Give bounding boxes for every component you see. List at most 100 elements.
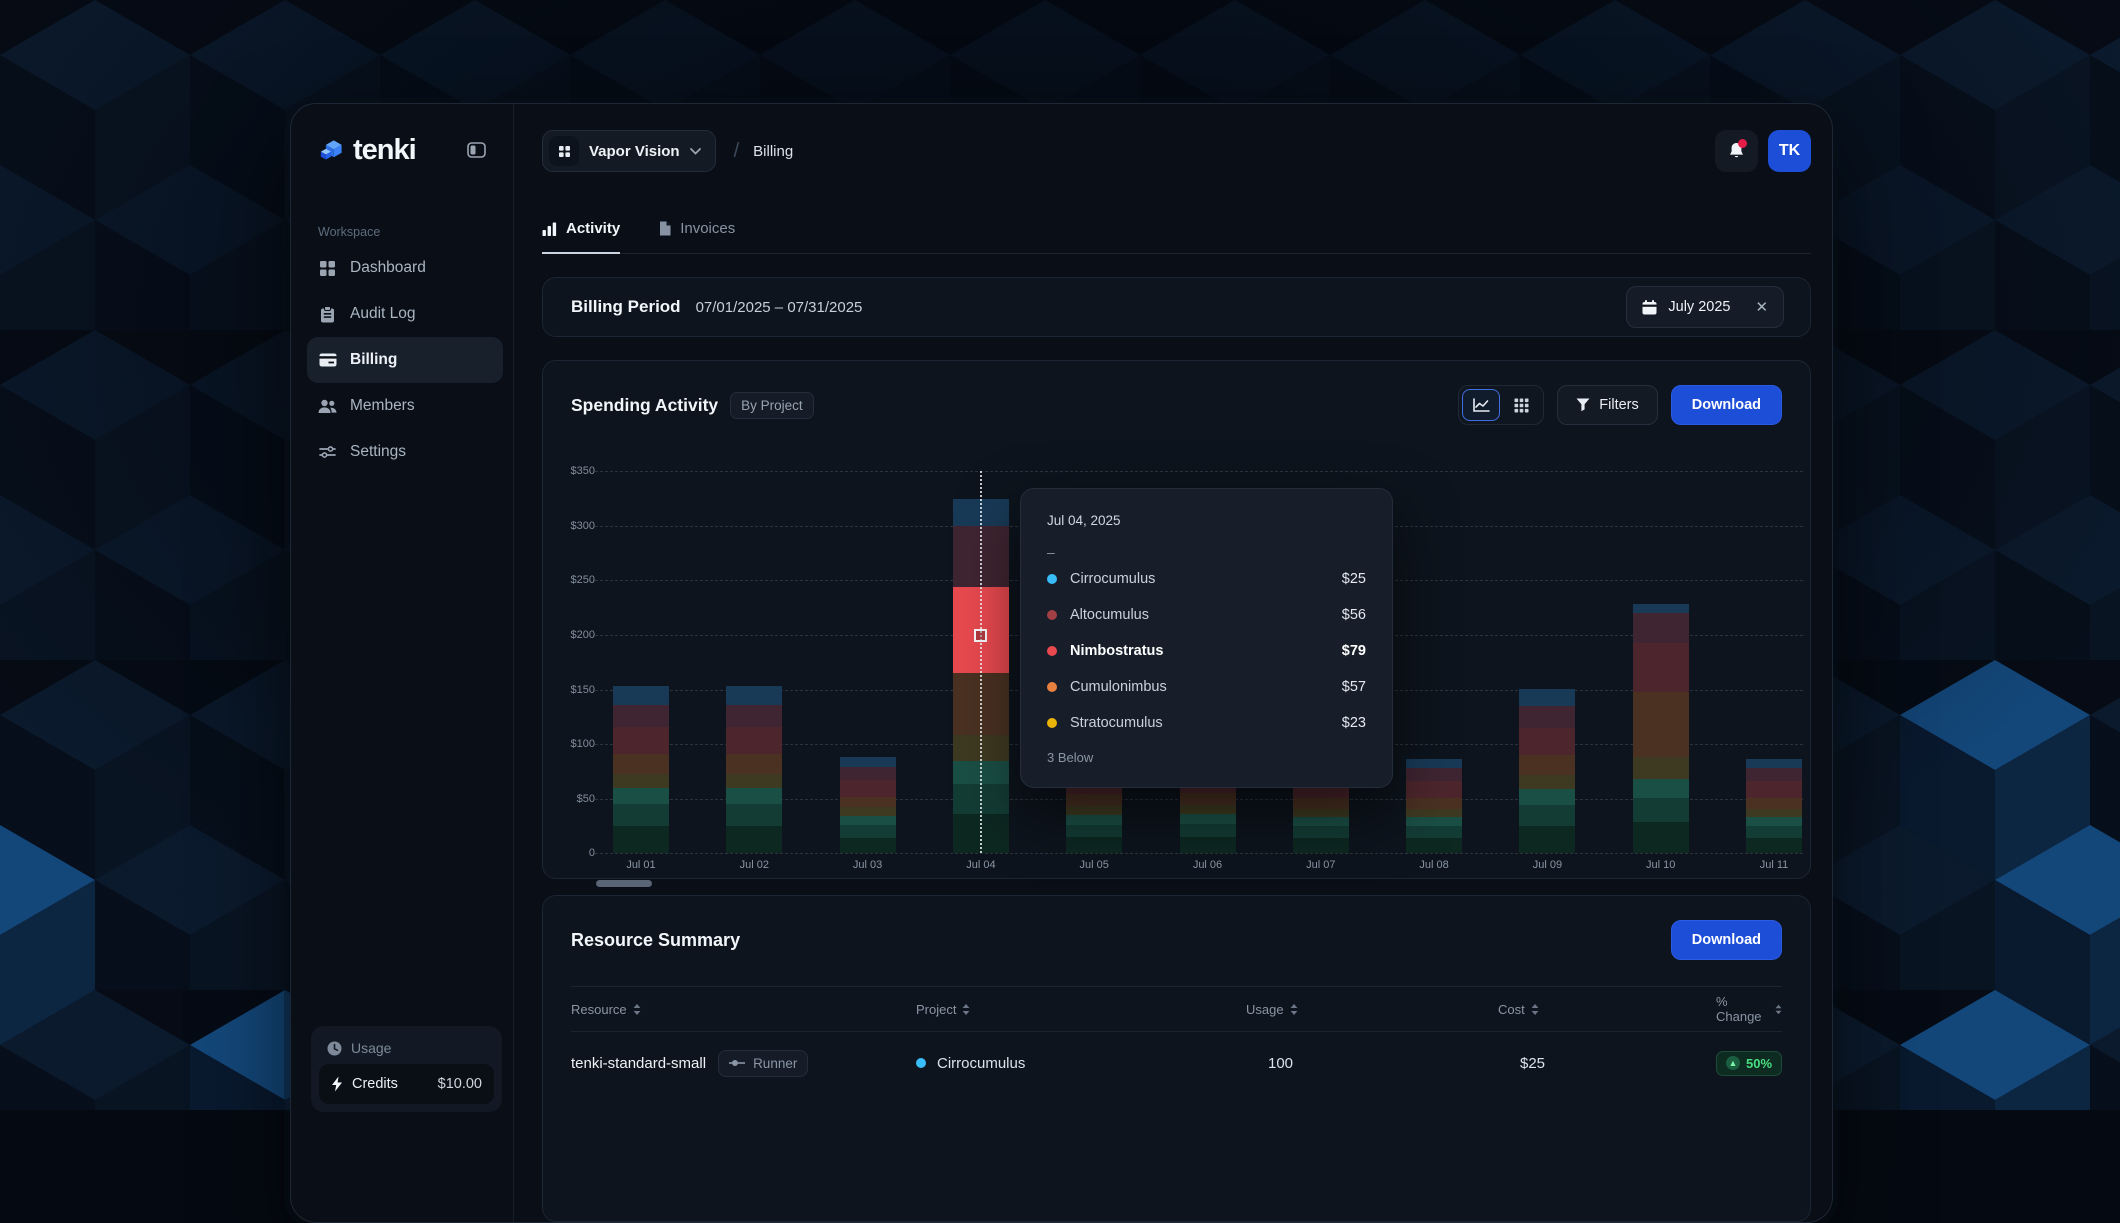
project-switcher[interactable]: Vapor Vision [542,130,716,172]
bar-segment-jul-11[interactable] [1746,817,1802,826]
bar-segment-altocumulus[interactable] [1519,706,1575,728]
bar-segment-jul-09[interactable] [1519,805,1575,826]
bar-segment-altocumulus[interactable] [840,767,896,780]
spending-download-button[interactable]: Download [1671,385,1782,425]
bar-segment-cumulonimbus[interactable] [1519,755,1575,775]
bar-segment-jul-09[interactable] [1519,789,1575,805]
bar-segment-nimbostratus[interactable] [1746,781,1802,797]
credits-row[interactable]: Credits $10.00 [319,1064,494,1104]
sidebar-collapse-button[interactable] [463,137,489,163]
bar-segment-jul-05[interactable] [1066,815,1122,825]
people-icon [318,399,337,414]
bar-segment-jul-01[interactable] [613,804,669,826]
bar-segment-stratocumulus[interactable] [1633,757,1689,779]
bar-segment-cirrocumulus[interactable] [1406,759,1462,768]
bar-segment-stratocumulus[interactable] [840,807,896,816]
tab-invoices[interactable]: Invoices [658,220,735,254]
bar-segment-cumulonimbus[interactable] [613,754,669,774]
column-header-usage[interactable]: Usage [1246,1002,1498,1017]
bar-segment-jul-01[interactable] [613,788,669,804]
bar-segment-stratocumulus[interactable] [1406,809,1462,818]
bar-segment-jul-02[interactable] [726,788,782,804]
bar-segment-cumulonimbus[interactable] [1746,798,1802,809]
bar-segment-jul-10[interactable] [1633,822,1689,853]
bar-segment-nimbostratus[interactable] [1406,781,1462,797]
bar-segment-jul-05[interactable] [1066,837,1122,853]
sidebar-item-dashboard[interactable]: Dashboard [291,245,503,291]
bar-segment-cirrocumulus[interactable] [1519,689,1575,706]
bar-segment-jul-03[interactable] [840,825,896,837]
bar-segment-cirrocumulus[interactable] [726,686,782,705]
bar-segment-cumulonimbus[interactable] [1066,794,1122,806]
notifications-button[interactable] [1715,130,1758,172]
bar-segment-jul-08[interactable] [1406,826,1462,838]
bar-segment-jul-03[interactable] [840,838,896,854]
resource-download-button[interactable]: Download [1671,920,1782,960]
line-chart-view-button[interactable] [1462,389,1500,421]
bar-segment-cumulonimbus[interactable] [1180,793,1236,805]
bar-segment-stratocumulus[interactable] [1746,809,1802,818]
bar-segment-altocumulus[interactable] [1633,613,1689,642]
sidebar-item-audit-log[interactable]: Audit Log [291,291,503,337]
bar-segment-nimbostratus[interactable] [840,780,896,796]
bar-segment-altocumulus[interactable] [726,705,782,727]
column-header-cost[interactable]: Cost [1498,1002,1716,1017]
column-header-project[interactable]: Project [916,1002,1246,1017]
chart-horizontal-scrollbar[interactable] [596,880,652,887]
bar-segment-nimbostratus[interactable] [726,727,782,754]
bar-segment-jul-02[interactable] [726,826,782,854]
month-filter-chip[interactable]: July 2025 ✕ [1626,286,1784,328]
bar-segment-cumulonimbus[interactable] [1293,798,1349,809]
bar-segment-nimbostratus[interactable] [1633,643,1689,692]
bar-segment-cirrocumulus[interactable] [1633,604,1689,613]
bar-segment-stratocumulus[interactable] [1519,775,1575,789]
bar-segment-jul-11[interactable] [1746,838,1802,853]
bar-segment-jul-08[interactable] [1406,838,1462,853]
bar-segment-jul-10[interactable] [1633,779,1689,798]
bar-segment-stratocumulus[interactable] [1066,806,1122,815]
column-header-resource[interactable]: Resource [571,1002,916,1017]
tab-activity[interactable]: Activity [542,220,620,254]
bar-segment-altocumulus[interactable] [613,705,669,727]
filters-button[interactable]: Filters [1557,385,1657,425]
bar-segment-stratocumulus[interactable] [1180,805,1236,814]
sidebar-item-settings[interactable]: Settings [291,429,503,475]
bar-segment-cirrocumulus[interactable] [840,757,896,767]
bar-segment-jul-11[interactable] [1746,826,1802,838]
column-header-change[interactable]: % Change [1716,994,1782,1024]
bar-segment-stratocumulus[interactable] [1293,809,1349,818]
bar-segment-jul-01[interactable] [613,826,669,854]
table-row[interactable]: tenki-standard-smallRunnerCirrocumulus10… [571,1032,1782,1094]
bar-segment-stratocumulus[interactable] [613,774,669,788]
bar-segment-cirrocumulus[interactable] [613,686,669,705]
bar-segment-altocumulus[interactable] [1746,768,1802,781]
bar-segment-stratocumulus[interactable] [726,774,782,788]
bar-segment-cumulonimbus[interactable] [1633,692,1689,757]
bar-segment-jul-03[interactable] [840,816,896,825]
clear-month-filter-icon[interactable]: ✕ [1755,298,1768,316]
bar-segment-jul-09[interactable] [1519,826,1575,853]
bar-segment-jul-05[interactable] [1066,825,1122,838]
spending-chart[interactable]: Jul 04, 2025 – Cirrocumulus$25Altocumulu… [571,460,1782,878]
bar-segment-nimbostratus[interactable] [1519,728,1575,755]
bar-segment-jul-06[interactable] [1180,824,1236,837]
bar-segment-jul-06[interactable] [1180,814,1236,824]
series-name: Cirrocumulus [1070,571,1342,587]
bar-segment-cirrocumulus[interactable] [1746,759,1802,768]
bar-segment-jul-02[interactable] [726,804,782,826]
user-avatar[interactable]: TK [1768,130,1811,172]
bar-segment-cumulonimbus[interactable] [726,754,782,774]
bar-segment-jul-06[interactable] [1180,837,1236,854]
sidebar-item-members[interactable]: Members [291,383,503,429]
bar-segment-jul-07[interactable] [1293,826,1349,838]
bar-segment-cumulonimbus[interactable] [840,797,896,808]
bar-segment-nimbostratus[interactable] [613,727,669,754]
bar-segment-jul-07[interactable] [1293,817,1349,826]
bar-segment-cumulonimbus[interactable] [1406,798,1462,809]
bar-segment-jul-08[interactable] [1406,817,1462,826]
bar-segment-jul-07[interactable] [1293,838,1349,853]
bar-segment-altocumulus[interactable] [1406,768,1462,781]
bar-segment-jul-10[interactable] [1633,798,1689,822]
sidebar-item-billing[interactable]: Billing [307,337,503,383]
grid-view-button[interactable] [1502,389,1540,421]
